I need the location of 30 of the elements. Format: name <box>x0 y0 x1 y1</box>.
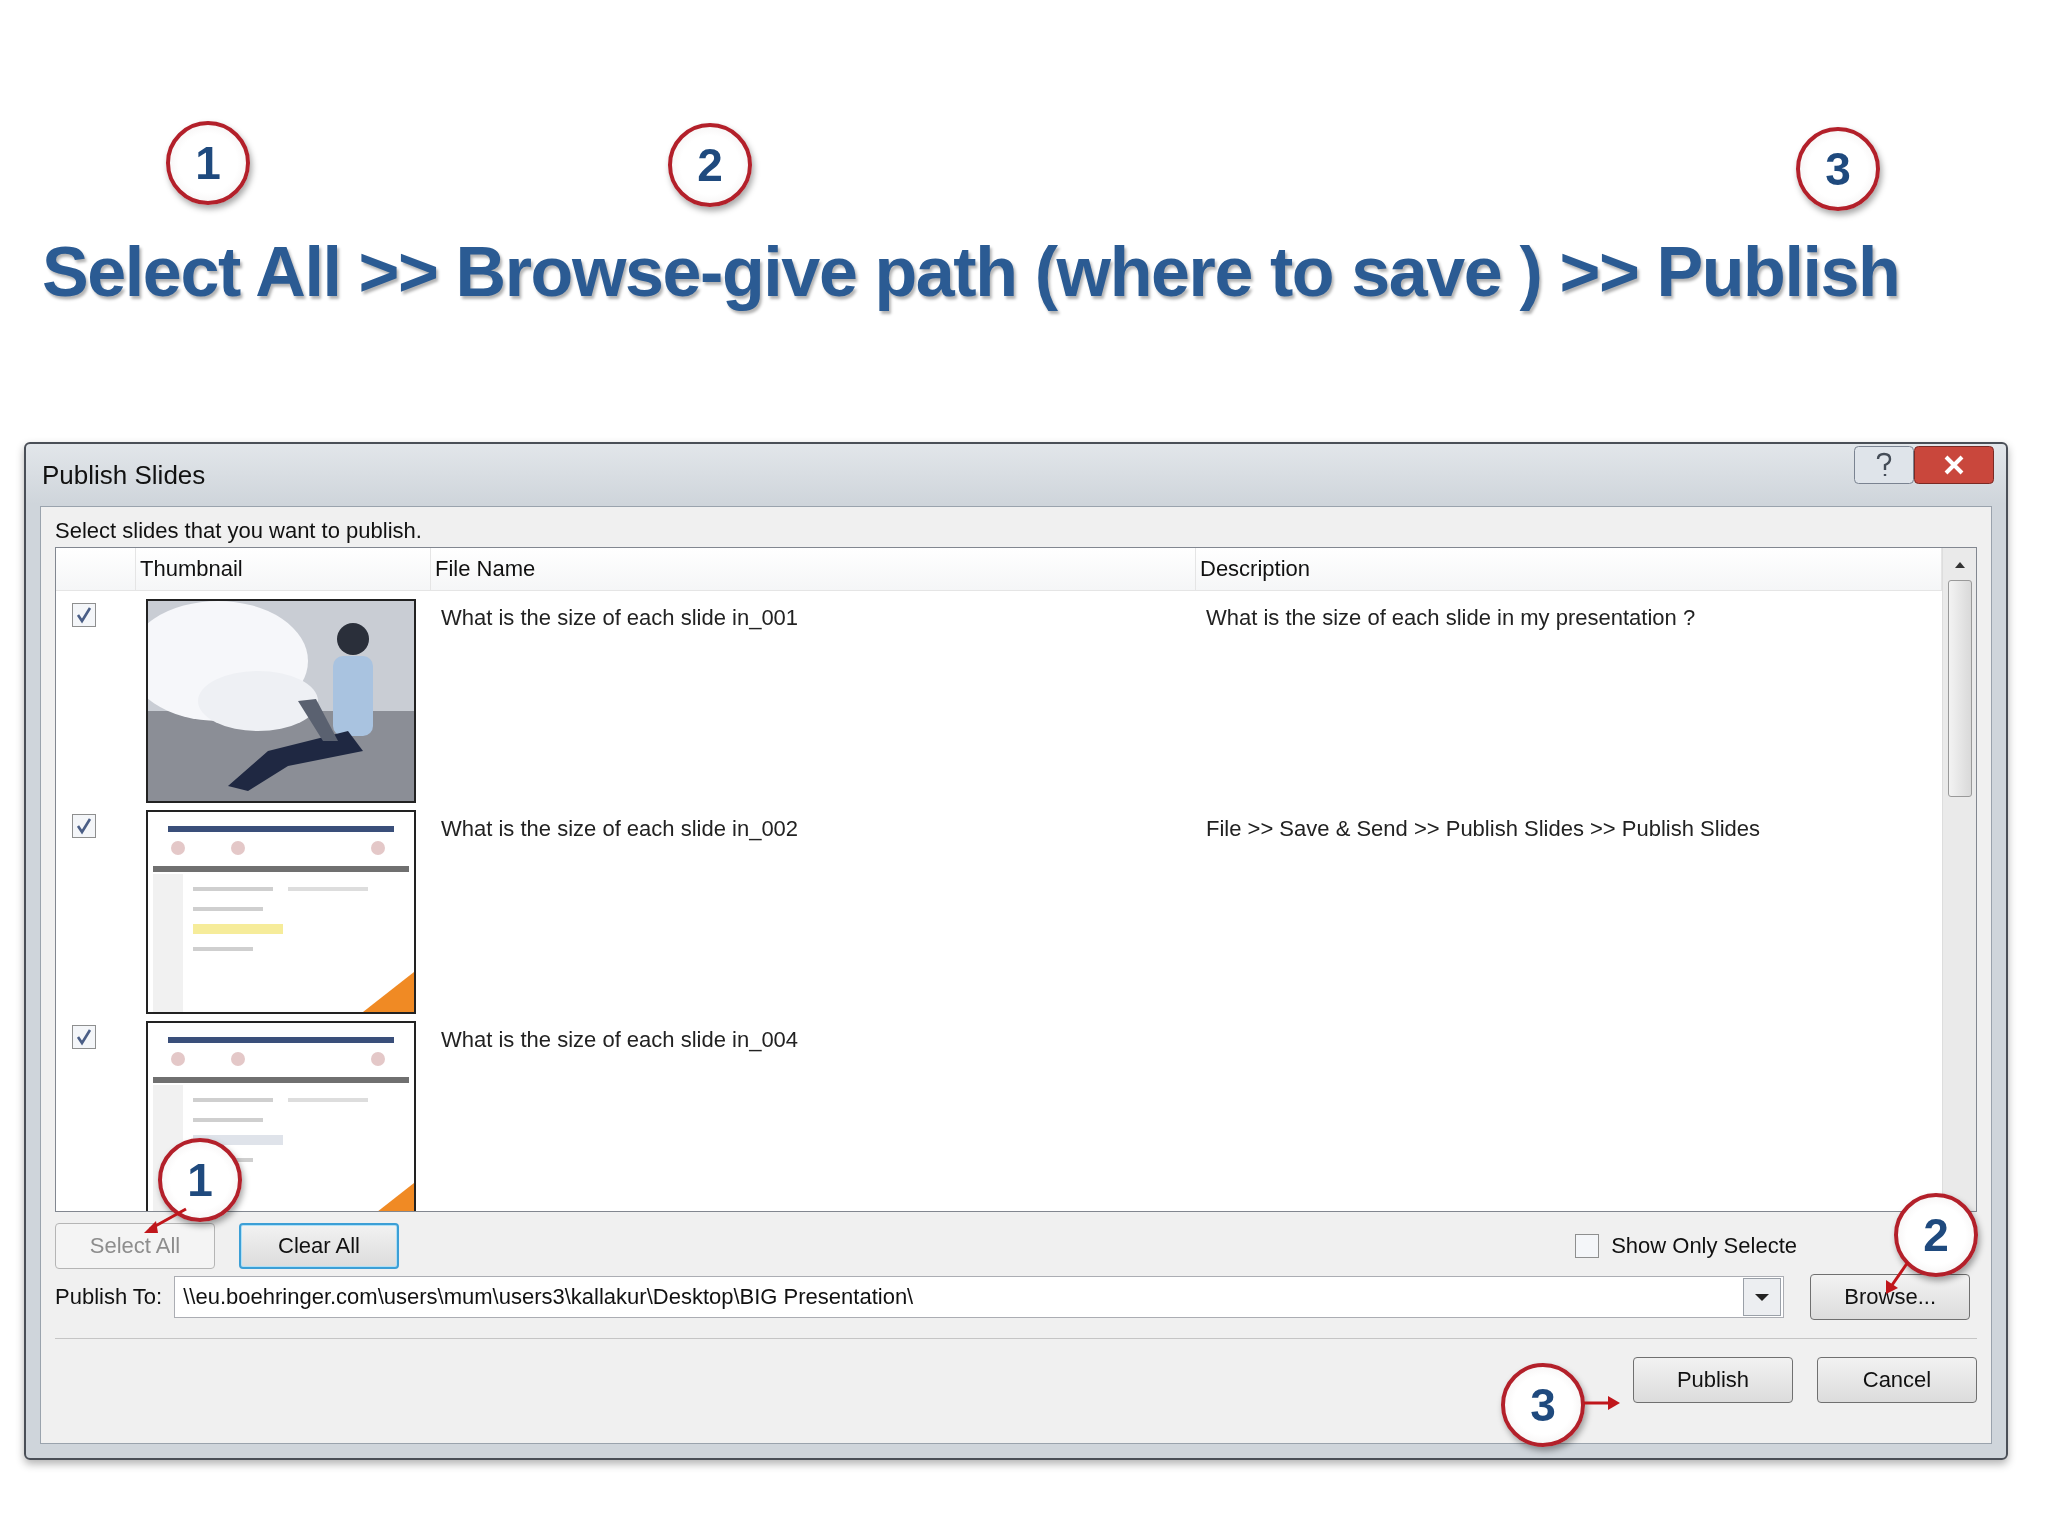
description-cell-text: File >> Save & Send >> Publish Slides >> Publish Slides <box>1205 815 1760 842</box>
close-button[interactable] <box>1914 446 1994 484</box>
cancel-button[interactable]: Cancel <box>1817 1357 1977 1403</box>
scrollbar-thumb[interactable] <box>1947 580 1972 797</box>
instruction-text: Select slides that you want to publish. <box>55 517 423 545</box>
checkbox[interactable] <box>72 1025 96 1049</box>
help-button[interactable] <box>1854 446 1914 484</box>
scroll-up-icon[interactable] <box>1952 560 1967 570</box>
path-field[interactable]: \\eu.boehringer.com\users\mum\users3\kallakur\Desktop\BIG Presentation\ <box>174 1276 1785 1318</box>
column-header[interactable]: Thumbnail <box>136 548 431 590</box>
checkbox[interactable] <box>72 814 96 838</box>
scrollbar[interactable] <box>1942 548 1976 1211</box>
checkbox[interactable] <box>72 603 96 627</box>
step-marker: 3 <box>1796 127 1880 211</box>
publish-to-label: Publish To: <box>55 1284 163 1310</box>
publish-button[interactable]: Publish <box>1633 1357 1793 1403</box>
heading: Select All >> Browse-give path (where to save ) >> Publish <box>42 232 1900 313</box>
description-cell-text: What is the size of each slide in my presentation ? <box>1205 604 1696 631</box>
file-name-cell-text: What is the size of each slide in_002 <box>440 815 799 842</box>
step-marker: 2 <box>668 123 752 207</box>
dropdown-icon[interactable] <box>1743 1278 1782 1316</box>
clear-all-button[interactable]: Clear All <box>239 1223 399 1269</box>
checkbox[interactable] <box>1575 1234 1600 1258</box>
file-name-cell-text: What is the size of each slide in_001 <box>440 604 799 631</box>
file-name-cell-text: What is the size of each slide in_004 <box>440 1026 799 1053</box>
browse-button[interactable]: Browse... <box>1810 1274 1971 1320</box>
step-marker: 1 <box>166 121 250 205</box>
checkbox-label: Show Only Selecte <box>1611 1233 1797 1259</box>
column-header[interactable]: File Name <box>431 548 1196 590</box>
window-title: Publish Slides <box>42 459 206 491</box>
